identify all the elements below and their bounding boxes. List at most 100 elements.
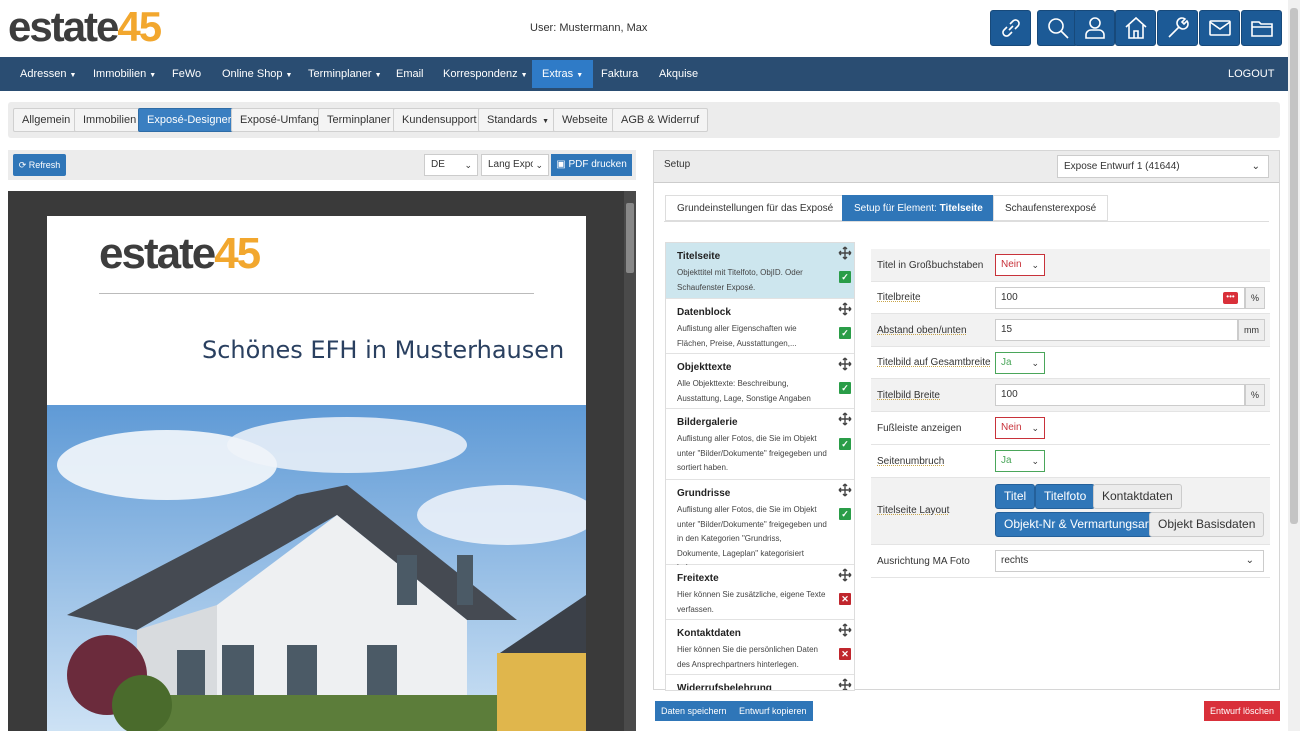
home-button[interactable] <box>1115 10 1156 46</box>
pdf-print-button[interactable]: ▣ PDF drucken <box>551 154 632 176</box>
nav-email[interactable]: Email <box>386 57 434 91</box>
caret-down-icon: ▼ <box>540 118 550 125</box>
disabled-x-icon[interactable]: ✕ <box>839 593 851 605</box>
element-datenblock[interactable]: Datenblock Auflistung aller Eigenschafte… <box>666 299 854 354</box>
layout-value: Lang Expo <box>488 159 536 170</box>
move-icon[interactable] <box>838 623 852 637</box>
element-widerrufsbelehrung[interactable]: Widerrufsbelehrung <box>666 675 854 691</box>
nav-online-shop[interactable]: Online Shop ▼ <box>212 57 302 91</box>
move-icon[interactable] <box>838 246 852 260</box>
profile-button[interactable] <box>1074 10 1115 46</box>
subtab-terminplaner[interactable]: Terminplaner <box>318 108 400 132</box>
enabled-check-icon[interactable]: ✓ <box>839 271 851 283</box>
nav-label: Faktura <box>601 68 639 80</box>
element-desc: Hier können Sie zusätzliche, eigene Text… <box>677 590 826 614</box>
subtab-kundensupport[interactable]: Kundensupport <box>393 108 486 132</box>
enabled-check-icon[interactable]: ✓ <box>839 508 851 520</box>
layout-option-titelfoto[interactable]: Titelfoto <box>1035 484 1096 509</box>
language-select[interactable]: DE ⌄ <box>424 154 478 176</box>
subtab-allgemein[interactable]: Allgemein <box>13 108 80 132</box>
enabled-check-icon[interactable]: ✓ <box>839 382 851 394</box>
nav-label: Extras <box>542 68 574 80</box>
tab-setup-element[interactable]: Setup für Element: Titelseite <box>842 195 995 221</box>
element-titelseite[interactable]: Titelseite Objekttitel mit Titelfoto, Ob… <box>666 243 854 299</box>
element-freitexte[interactable]: Freitexte Hier können Sie zusätzliche, e… <box>666 565 854 620</box>
move-icon[interactable] <box>838 412 852 426</box>
mail-button[interactable] <box>1199 10 1240 46</box>
refresh-button[interactable]: ⟳ Refresh <box>13 154 66 176</box>
subtab-expose-designer[interactable]: Exposé-Designer <box>138 108 241 132</box>
logout-link[interactable]: LOGOUT <box>1218 57 1284 91</box>
copy-draft-button[interactable]: Entwurf kopieren <box>733 701 813 721</box>
move-icon[interactable] <box>838 678 852 691</box>
draft-select[interactable]: Expose Entwurf 1 (41644) ⌄ <box>1057 155 1269 178</box>
brand-logo[interactable]: estate45 <box>8 3 162 50</box>
disabled-x-icon[interactable]: ✕ <box>839 648 851 660</box>
nav-terminplaner[interactable]: Terminplaner ▼ <box>298 57 392 91</box>
search-button[interactable] <box>1037 10 1078 46</box>
subtab-immobilien[interactable]: Immobilien <box>74 108 146 132</box>
field-label: Titel in Großbuchstaben <box>877 260 984 271</box>
field-label: Titelbreite <box>877 292 921 303</box>
chevron-down-icon: ⌄ <box>464 160 472 170</box>
delete-draft-button[interactable]: Entwurf löschen <box>1204 701 1281 721</box>
fullwidth-select[interactable]: Ja ⌄ <box>995 352 1045 374</box>
layout-option-titel[interactable]: Titel <box>995 484 1036 509</box>
link-icon <box>1001 19 1020 37</box>
link-button[interactable] <box>990 10 1031 46</box>
element-bildergalerie[interactable]: Bildergalerie Auflistung aller Fotos, di… <box>666 409 854 480</box>
uppercase-select[interactable]: Nein ⌄ <box>995 254 1045 276</box>
more-options-icon[interactable]: ••• <box>1223 292 1238 304</box>
nav-korrespondenz[interactable]: Korrespondenz ▼ <box>433 57 538 91</box>
title-width-input[interactable]: 100 ••• <box>995 287 1245 309</box>
layout-option-objekt-nr[interactable]: Objekt-Nr & Vermartungsart <box>995 512 1162 537</box>
enabled-check-icon[interactable]: ✓ <box>839 327 851 339</box>
element-grundrisse[interactable]: Grundrisse Auflistung aller Fotos, die S… <box>666 480 854 572</box>
nav-fewo[interactable]: FeWo <box>162 57 211 91</box>
folder-button[interactable] <box>1241 10 1282 46</box>
nav-extras[interactable]: Extras ▼ <box>532 60 594 88</box>
tab-schaufensterexpose[interactable]: Schaufensterexposé <box>993 195 1109 221</box>
footer-select[interactable]: Nein ⌄ <box>995 417 1045 439</box>
nav-adressen[interactable]: Adressen ▼ <box>10 57 86 91</box>
save-button[interactable]: Daten speichern <box>655 701 733 721</box>
enabled-check-icon[interactable]: ✓ <box>839 438 851 450</box>
element-kontaktdaten[interactable]: Kontaktdaten Hier können Sie die persönl… <box>666 620 854 675</box>
chevron-down-icon: ⌄ <box>1251 161 1260 172</box>
tab-label: Setup für Element: <box>854 203 940 214</box>
pagebreak-select[interactable]: Ja ⌄ <box>995 450 1045 472</box>
move-icon[interactable] <box>838 302 852 316</box>
preview-scrollbar[interactable] <box>624 191 636 731</box>
setup-header: Setup Expose Entwurf 1 (41644) ⌄ <box>654 151 1279 183</box>
nav-immobilien[interactable]: Immobilien ▼ <box>83 57 166 91</box>
logo-text: estate <box>8 3 119 50</box>
image-width-input[interactable]: 100 <box>995 384 1245 406</box>
layout-option-kontaktdaten[interactable]: Kontaktdaten <box>1093 484 1182 509</box>
subtab-expose-umfang[interactable]: Exposé-Umfang <box>231 108 328 132</box>
move-icon[interactable] <box>838 483 852 497</box>
current-user: User: Mustermann, Max <box>530 22 648 34</box>
tools-button[interactable] <box>1157 10 1198 46</box>
move-icon[interactable] <box>838 357 852 371</box>
page-scroll-thumb[interactable] <box>1290 8 1298 524</box>
subtab-webseite[interactable]: Webseite <box>553 108 617 132</box>
subtab-agb-widerruf[interactable]: AGB & Widerruf <box>612 108 709 132</box>
caret-down-icon: ▼ <box>69 72 77 79</box>
subtab-label: Standards <box>487 114 538 126</box>
element-objekttexte[interactable]: Objekttexte Alle Objekttexte: Beschreibu… <box>666 354 854 409</box>
nav-faktura[interactable]: Faktura <box>591 57 648 91</box>
spacing-input[interactable]: 15 <box>995 319 1238 341</box>
move-icon[interactable] <box>838 568 852 582</box>
page-scrollbar[interactable] <box>1288 0 1300 731</box>
photo-align-select[interactable]: rechts ⌄ <box>995 550 1264 572</box>
element-title: Widerrufsbelehrung <box>677 683 772 691</box>
nav-akquise[interactable]: Akquise <box>649 57 708 91</box>
unit-addon: % <box>1245 384 1265 406</box>
layout-option-basisdaten[interactable]: Objekt Basisdaten <box>1149 512 1265 537</box>
tab-grundeinstellungen[interactable]: Grundeinstellungen für das Exposé <box>665 195 846 221</box>
subtab-standards[interactable]: Standards ▼ <box>478 108 559 132</box>
house-photo <box>47 405 586 731</box>
home-icon <box>1124 16 1147 39</box>
preview-scroll-thumb[interactable] <box>626 203 634 273</box>
layout-select[interactable]: Lang Expo ⌄ <box>481 154 549 176</box>
